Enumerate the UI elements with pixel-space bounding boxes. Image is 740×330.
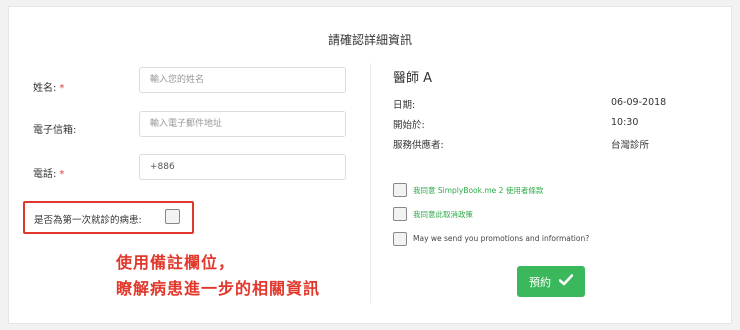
cancel-policy-checkbox[interactable]	[393, 207, 407, 221]
cancel-policy-checkbox-label[interactable]: 我同意此取消政策	[413, 209, 473, 220]
first-visit-label: 是否為第一次就診的病患:	[34, 215, 142, 226]
column-divider	[370, 63, 371, 303]
doctor-name: 醫師 A	[393, 71, 433, 86]
annotation-line-2: 瞭解病患進一步的相關資訊	[116, 279, 321, 298]
start-time-value: 10:30	[611, 117, 639, 128]
provider-label: 服務供應者:	[393, 140, 444, 151]
booking-confirmation-card: 請確認詳細資訊 姓名: * 輸入您的姓名 電子信箱: 輸入電子郵件地址 電話: * …	[8, 6, 732, 324]
name-label: 姓名: *	[33, 83, 65, 94]
date-value: 06-09-2018	[611, 97, 667, 108]
page-title: 請確認詳細資訊	[327, 33, 412, 47]
date-label: 日期:	[393, 100, 416, 111]
start-time-label: 開始於:	[393, 120, 425, 131]
promotions-checkbox[interactable]	[393, 232, 407, 246]
phone-label: 電話: *	[33, 169, 65, 180]
checkmark-icon	[558, 274, 574, 289]
first-visit-highlight-box: 是否為第一次就診的病患:	[23, 201, 194, 234]
name-input[interactable]: 輸入您的姓名	[139, 67, 346, 93]
terms-checkbox[interactable]	[393, 183, 407, 197]
email-label: 電子信箱:	[33, 125, 77, 136]
email-input[interactable]: 輸入電子郵件地址	[139, 111, 346, 137]
terms-checkbox-label[interactable]: 我同意 SimplyBook.me 2 使用者條款	[413, 185, 543, 196]
required-marker: *	[59, 83, 65, 94]
first-visit-checkbox[interactable]	[165, 209, 180, 224]
promotions-checkbox-label: May we send you promotions and informati…	[413, 234, 590, 243]
required-marker: *	[59, 169, 65, 180]
provider-value: 台灣診所	[611, 140, 650, 151]
book-button[interactable]: 預約	[517, 266, 585, 297]
annotation-line-1: 使用備註欄位，	[116, 253, 236, 272]
book-button-label: 預約	[529, 275, 551, 289]
phone-input[interactable]: +886	[139, 154, 346, 180]
